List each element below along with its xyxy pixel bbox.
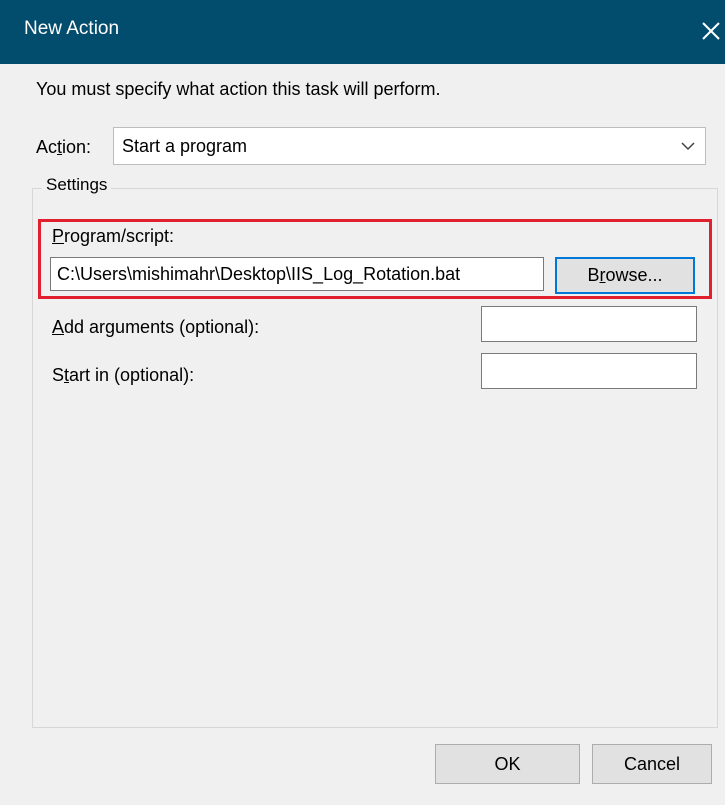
start-in-label: Start in (optional):	[52, 365, 195, 385]
browse-button[interactable]: Browse...	[555, 257, 695, 294]
new-action-dialog: New Action You must specify what action …	[0, 0, 725, 805]
ok-button[interactable]: OK	[435, 744, 580, 784]
chevron-down-icon	[681, 138, 695, 154]
start-in-input[interactable]	[481, 353, 697, 389]
window-title: New Action	[24, 18, 120, 39]
instruction-text: You must specify what action this task w…	[36, 79, 441, 99]
action-label: Action:	[36, 137, 92, 157]
add-arguments-input[interactable]	[481, 306, 697, 342]
title-bar: New Action	[0, 0, 725, 64]
settings-legend: Settings	[42, 175, 112, 195]
action-selected-value: Start a program	[122, 136, 248, 156]
cancel-button[interactable]: Cancel	[592, 744, 712, 784]
program-script-value: C:\Users\mishimahr\Desktop\IIS_Log_Rotat…	[57, 264, 461, 284]
add-arguments-label: Add arguments (optional):	[52, 317, 260, 337]
close-icon[interactable]	[697, 14, 725, 48]
action-dropdown[interactable]: Start a program	[113, 127, 706, 165]
program-script-input[interactable]: C:\Users\mishimahr\Desktop\IIS_Log_Rotat…	[50, 257, 544, 291]
program-script-label: Program/script:	[52, 226, 175, 246]
